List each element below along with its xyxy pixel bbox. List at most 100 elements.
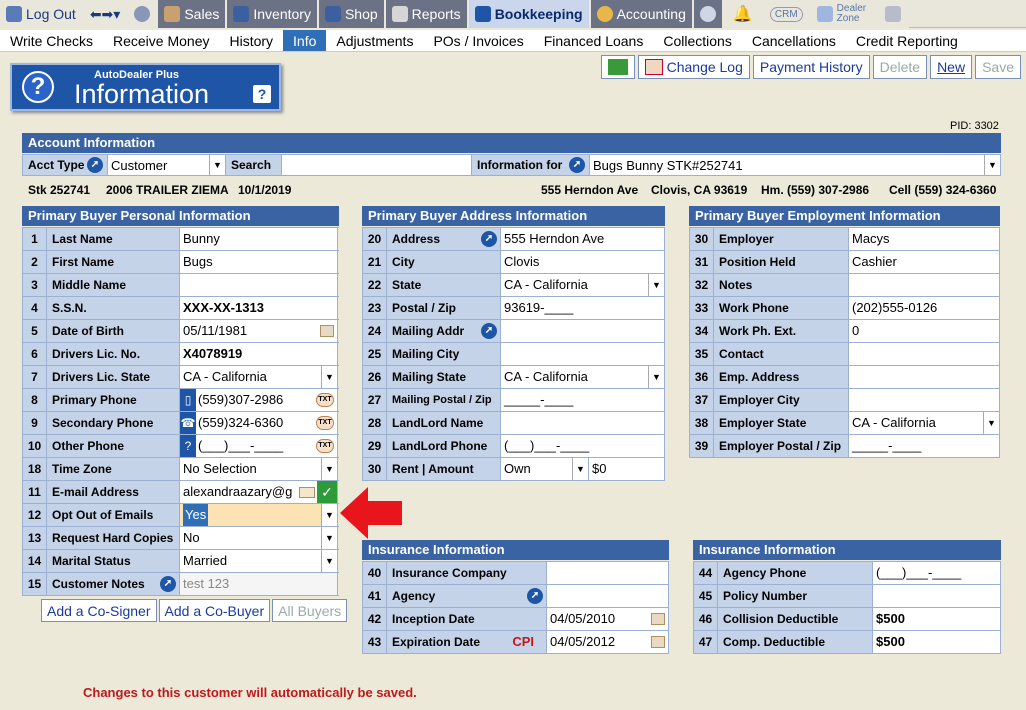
nav-arrows[interactable]: ⬅➡▾ [83,0,129,28]
dob-input[interactable]: 05/11/1981 [180,320,338,342]
tab-shop[interactable]: Shop [318,0,386,28]
chevron-down-icon[interactable]: ▼ [321,527,337,549]
mailing-city-input[interactable] [501,343,665,365]
all-buyers-button[interactable]: All Buyers [272,599,348,622]
subtab-cancellations[interactable]: Cancellations [742,30,846,51]
other-phone-input[interactable]: ? (___)___-____ TXT [180,435,338,457]
primary-phone-input[interactable]: ▯ (559)307-2986 TXT [180,389,338,411]
subtab-adjustments[interactable]: Adjustments [326,30,423,51]
first-name-input[interactable]: Bugs [180,251,338,273]
chevron-down-icon[interactable]: ▼ [321,504,337,526]
agency-input[interactable] [547,585,669,607]
landlord-phone-input[interactable]: (___)___-____ [501,435,665,457]
text-message-icon[interactable]: TXT [316,439,334,453]
settings-button[interactable] [693,0,724,28]
rent-own-select[interactable]: Own ▼ [501,458,589,480]
subtab-financed-loans[interactable]: Financed Loans [534,30,654,51]
tab-accounting[interactable]: Accounting [590,0,694,28]
calendar-icon[interactable] [651,613,665,625]
logout-button[interactable]: Log Out [0,0,84,28]
state-select[interactable]: CA - California ▼ [501,274,665,296]
mailing-address-input[interactable] [501,320,665,342]
chevron-down-icon[interactable]: ▼ [983,412,999,434]
employer-postal-input[interactable]: _____-____ [849,435,1000,457]
delete-button[interactable]: Delete [872,55,928,79]
acct-type-dropdown[interactable]: ▼ [209,155,225,175]
tab-bookkeeping[interactable]: Bookkeeping [468,0,591,28]
help-button[interactable]: ? [253,85,271,103]
calculator-button[interactable] [878,0,909,28]
middle-name-input[interactable] [180,274,338,296]
mailing-postal-input[interactable]: _____-____ [501,389,665,411]
new-button[interactable]: New [930,55,973,79]
add-cosigner-button[interactable]: Add a Co-Signer [41,599,157,622]
email-input[interactable]: alexandraazary@g ✓ [180,481,338,503]
chevron-down-icon[interactable]: ▼ [572,458,588,480]
link-arrow-icon[interactable]: ➚ [481,323,497,339]
opt-out-emails-select[interactable]: Yes ▼ [180,504,338,526]
acct-type-select[interactable]: Customer [107,155,209,175]
license-number-input[interactable]: X4078919 [180,343,338,365]
chevron-down-icon[interactable]: ▼ [648,274,664,296]
subtab-write-checks[interactable]: Write Checks [0,30,103,51]
envelope-icon[interactable] [299,487,315,498]
postal-zip-input[interactable]: 93619-____ [501,297,665,319]
cpi-link[interactable]: CPI [512,631,534,653]
license-state-select[interactable]: CA - California ▼ [180,366,338,388]
search-input[interactable] [281,155,471,175]
comp-deductible-input[interactable]: $500 [873,631,1001,653]
chevron-down-icon[interactable]: ▼ [648,366,664,388]
face-button[interactable] [128,0,159,28]
export-button[interactable] [600,55,635,79]
emp-address-input[interactable] [849,366,1000,388]
employment-notes-input[interactable] [849,274,1000,296]
policy-number-input[interactable] [873,585,1001,607]
acct-type-link[interactable]: ➚ [85,155,107,175]
collision-deductible-input[interactable]: $500 [873,608,1001,630]
info-for-link[interactable]: ➚ [567,155,589,175]
subtab-pos-invoices[interactable]: POs / Invoices [423,30,533,51]
employer-state-select[interactable]: CA - California ▼ [849,412,1000,434]
change-log-button[interactable]: Change Log [637,55,750,79]
expiration-date-input[interactable]: 04/05/2012 [547,631,669,653]
tab-sales[interactable]: Sales [158,0,228,28]
crm-button[interactable]: CRM [763,0,811,28]
subtab-info[interactable]: Info [283,30,327,51]
position-input[interactable]: Cashier [849,251,1000,273]
landlord-name-input[interactable] [501,412,665,434]
alarm-button[interactable]: 🔔 [723,0,764,28]
address-input[interactable]: 555 Herndon Ave [501,228,665,250]
customer-notes-input[interactable]: test 123 [180,573,338,595]
last-name-input[interactable]: Bunny [180,228,338,250]
agency-phone-input[interactable]: (___)___-____ [873,562,1001,584]
text-message-icon[interactable]: TXT [316,416,334,430]
chevron-down-icon[interactable]: ▼ [321,458,337,480]
work-ext-input[interactable]: 0 [849,320,1000,342]
calendar-icon[interactable] [651,636,665,648]
info-for-select[interactable]: Bugs Bunny STK#252741 [589,155,984,175]
time-zone-select[interactable]: No Selection ▼ [180,458,338,480]
contact-input[interactable] [849,343,1000,365]
add-cobuyer-button[interactable]: Add a Co-Buyer [158,599,271,622]
marital-status-select[interactable]: Married ▼ [180,550,338,572]
link-arrow-icon[interactable]: ➚ [481,231,497,247]
link-arrow-icon[interactable]: ➚ [527,588,543,604]
secondary-phone-input[interactable]: ☎ (559)324-6360 TXT [180,412,338,434]
work-phone-input[interactable]: (202)555-0126 [849,297,1000,319]
insurance-company-input[interactable] [547,562,669,584]
subtab-credit-reporting[interactable]: Credit Reporting [846,30,968,51]
employer-city-input[interactable] [849,389,1000,411]
rent-amount-input[interactable]: $0 [589,458,665,480]
calendar-icon[interactable] [320,325,334,337]
info-for-dropdown[interactable]: ▼ [984,155,1000,175]
ssn-input[interactable]: XXX-XX-1313 [180,297,338,319]
dealer-zone-button[interactable]: Dealer Zone [810,0,879,28]
mailing-state-select[interactable]: CA - California ▼ [501,366,665,388]
hard-copies-select[interactable]: No ▼ [180,527,338,549]
tab-reports[interactable]: Reports [385,0,469,28]
save-button[interactable]: Save [975,55,1021,79]
city-input[interactable]: Clovis [501,251,665,273]
payment-history-button[interactable]: Payment History [752,55,870,79]
subtab-collections[interactable]: Collections [653,30,741,51]
text-message-icon[interactable]: TXT [316,393,334,407]
